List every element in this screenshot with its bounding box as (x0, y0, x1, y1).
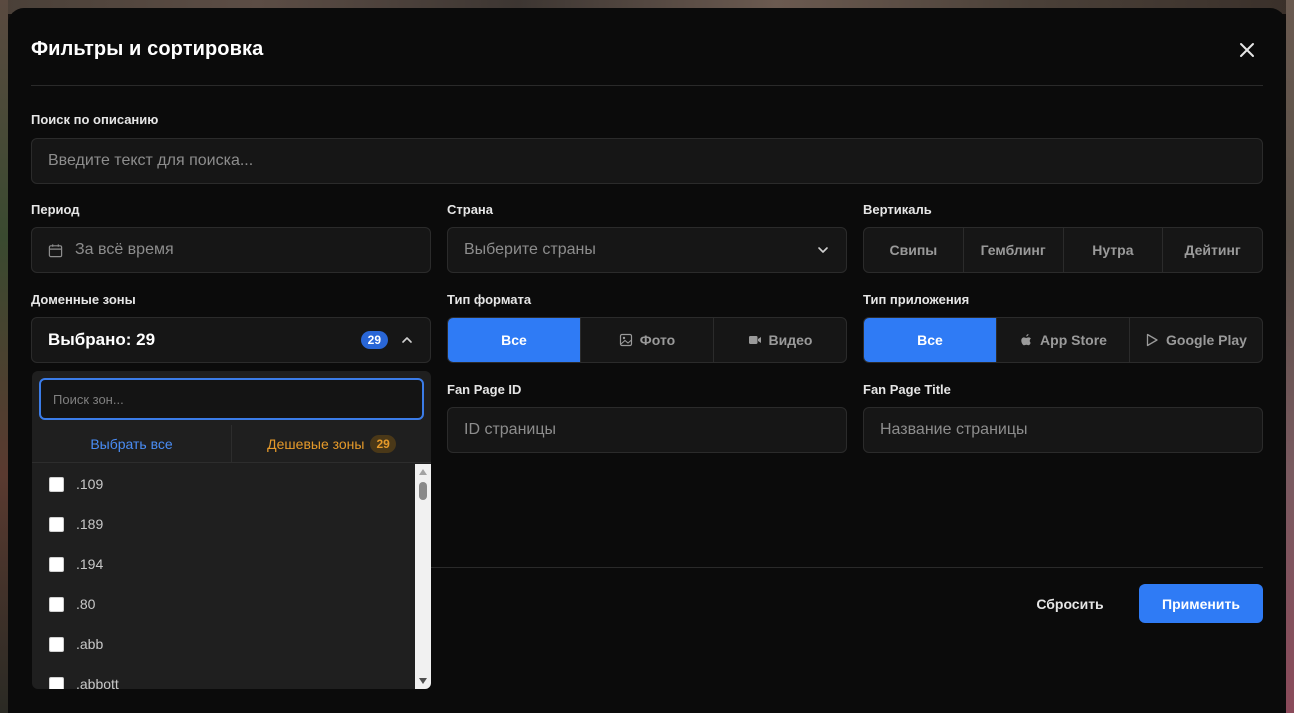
search-field (31, 138, 1263, 184)
domain-zones-selected: Выбрано: 29 (48, 330, 156, 349)
vertical-option-sweeps[interactable]: Свипы (864, 228, 964, 272)
background-left (0, 0, 8, 713)
zone-list-item[interactable]: .189 (32, 504, 415, 544)
fan-page-title-input[interactable] (880, 421, 1246, 439)
period-value: За всё время (75, 241, 174, 258)
zone-list-item[interactable]: .abbott (32, 664, 415, 689)
zone-list-item[interactable]: .abb (32, 624, 415, 664)
format-option-all-label: Все (501, 332, 527, 348)
search-label: Поиск по описанию (31, 112, 159, 127)
app-option-app-store[interactable]: App Store (997, 318, 1130, 362)
zone-checkbox[interactable] (49, 516, 64, 532)
zone-list-item[interactable]: .109 (32, 464, 415, 504)
app-option-app-store-label: App Store (1040, 332, 1107, 348)
apple-icon (1021, 334, 1031, 346)
fan-page-id-field (447, 407, 847, 453)
zone-checkbox[interactable] (49, 596, 64, 612)
zone-checkbox[interactable] (49, 476, 64, 492)
zone-name: .189 (76, 516, 104, 532)
zone-name: .abb (76, 636, 104, 652)
app-option-google-play-label: Google Play (1166, 332, 1247, 348)
country-select[interactable]: Выберите страны (447, 227, 847, 273)
app-option-google-play[interactable]: Google Play (1130, 318, 1262, 362)
app-type-segment: Все App Store Google Play (863, 317, 1263, 363)
app-type-label: Тип приложения (863, 292, 970, 307)
apply-button[interactable]: Применить (1139, 584, 1263, 623)
fan-page-title-label: Fan Page Title (863, 382, 951, 397)
domain-zones-dropdown: Выбрать все Дешевые зоны 29 .109 .189 .1… (32, 371, 431, 689)
background-right (1286, 0, 1294, 713)
select-all-button[interactable]: Выбрать все (32, 425, 232, 462)
zone-name: .abbott (76, 676, 119, 689)
modal-title: Фильтры и сортировка (31, 38, 264, 60)
zone-name: .194 (76, 556, 104, 572)
zone-checkbox[interactable] (49, 676, 64, 689)
period-picker[interactable]: За всё время (31, 227, 431, 273)
close-icon (1240, 43, 1254, 57)
zone-list-item[interactable]: .80 (32, 584, 415, 624)
zone-list-item[interactable]: .194 (32, 544, 415, 584)
cheap-zones-button[interactable]: Дешевые зоны 29 (232, 425, 431, 462)
zone-search-input[interactable] (53, 391, 410, 407)
scroll-down-arrow-icon[interactable] (419, 678, 427, 684)
app-option-all-label: Все (917, 332, 943, 348)
vertical-segment: Свипы Гемблинг Нутра Дейтинг (863, 227, 1263, 273)
reset-button[interactable]: Сбросить (1021, 584, 1119, 623)
zone-checkbox[interactable] (49, 556, 64, 572)
format-option-video-label: Видео (768, 332, 813, 348)
image-icon (619, 333, 632, 347)
zone-name: .80 (76, 596, 96, 612)
footer-divider (431, 567, 1263, 568)
vertical-label: Вертикаль (863, 202, 932, 217)
filters-modal: Фильтры и сортировка Поиск по описанию П… (8, 8, 1286, 713)
domain-zones-count-badge: 29 (360, 331, 388, 349)
vertical-option-nutra[interactable]: Нутра (1064, 228, 1164, 272)
play-icon (1146, 333, 1158, 347)
period-label: Период (31, 202, 80, 217)
calendar-icon (48, 243, 63, 257)
video-icon (748, 336, 761, 344)
zone-list-scrollbar[interactable] (415, 464, 431, 689)
country-placeholder: Выберите страны (464, 241, 596, 258)
zone-checkbox[interactable] (49, 636, 64, 652)
fan-page-id-label: Fan Page ID (447, 382, 522, 397)
country-label: Страна (447, 202, 494, 217)
format-option-video[interactable]: Видео (714, 318, 846, 362)
domain-zones-label: Доменные зоны (31, 292, 136, 307)
cheap-zones-count-badge: 29 (370, 434, 396, 453)
scroll-up-arrow-icon[interactable] (419, 469, 427, 475)
cheap-zones-label: Дешевые зоны (267, 435, 365, 452)
search-input[interactable] (48, 152, 1246, 170)
app-option-all[interactable]: Все (864, 318, 997, 362)
domain-zones-select[interactable]: Выбрано: 29 29 (31, 317, 431, 363)
zone-name: .109 (76, 476, 104, 492)
format-type-label: Тип формата (447, 292, 532, 307)
format-option-photo[interactable]: Фото (581, 318, 714, 362)
close-button[interactable] (1237, 40, 1257, 60)
vertical-option-gambling[interactable]: Гемблинг (964, 228, 1064, 272)
vertical-option-dating[interactable]: Дейтинг (1163, 228, 1262, 272)
format-type-segment: Все Фото Видео (447, 317, 847, 363)
fan-page-id-input[interactable] (464, 421, 830, 439)
fan-page-title-field (863, 407, 1263, 453)
format-option-all[interactable]: Все (448, 318, 581, 362)
chevron-up-icon (402, 337, 412, 343)
dropdown-actions: Выбрать все Дешевые зоны 29 (32, 425, 431, 463)
chevron-down-icon (818, 247, 828, 253)
zone-list: .109 .189 .194 .80 .abb .abbott (32, 464, 415, 689)
scrollbar-thumb[interactable] (419, 482, 427, 500)
zone-search-field (39, 378, 424, 420)
format-option-photo-label: Фото (639, 332, 676, 348)
modal-header: Фильтры и сортировка (31, 38, 1263, 86)
